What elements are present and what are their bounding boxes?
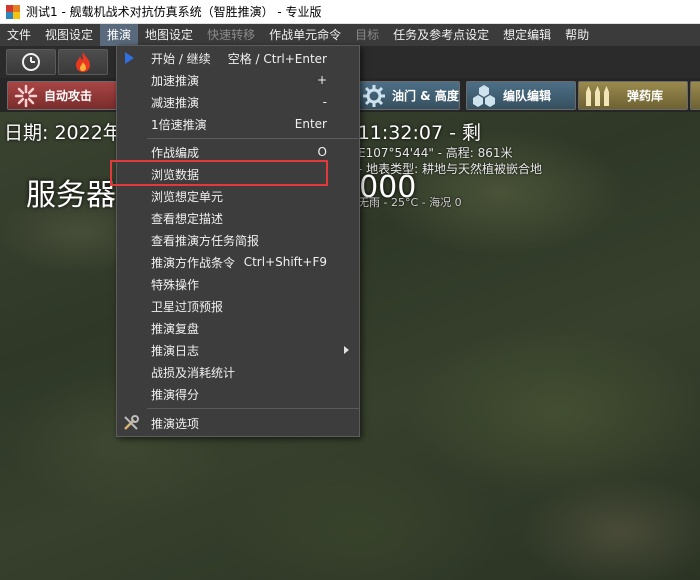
menu-item-shortcut: O bbox=[317, 145, 327, 159]
menu-browse-scenario-units[interactable]: 浏览想定单元 bbox=[117, 185, 359, 207]
app-logo-icon bbox=[6, 4, 20, 19]
auto-attack-button[interactable]: 自动攻击 bbox=[7, 81, 117, 110]
play-icon bbox=[125, 52, 134, 64]
fire-button[interactable] bbox=[58, 49, 108, 75]
throttle-altitude-button[interactable]: 油门 & 高度 bbox=[357, 81, 460, 110]
menu-item-label: 推演日志 bbox=[151, 343, 200, 358]
menu-target[interactable]: 目标 bbox=[348, 24, 386, 46]
menu-item-label: 加速推演 bbox=[151, 73, 200, 88]
simulation-dropdown-menu: 开始 / 继续 空格 / Ctrl+Enter 加速推演 + 减速推演 - 1倍… bbox=[116, 45, 360, 437]
clock-icon bbox=[22, 53, 40, 71]
menu-item-label: 开始 / 继续 bbox=[151, 51, 211, 66]
weather-info: 无雨 - 25°C - 海况 0 bbox=[358, 196, 462, 209]
coordinate-elevation-info: E107°54'44" - 高程: 861米 bbox=[358, 146, 513, 160]
menu-item-label: 1倍速推演 bbox=[151, 117, 207, 132]
menu-item-label: 查看推演方任务简报 bbox=[151, 233, 260, 248]
fire-icon bbox=[76, 52, 90, 72]
menu-view-side-briefing[interactable]: 查看推演方任务简报 bbox=[117, 229, 359, 251]
menu-slow-down[interactable]: 减速推演 - bbox=[117, 91, 359, 113]
menu-missions-reference-points[interactable]: 任务及参考点设定 bbox=[386, 24, 496, 46]
burst-icon bbox=[14, 84, 38, 107]
window-title: 测试1 - 舰载机战术对抗仿真系统（智胜推演） - 专业版 bbox=[26, 5, 322, 19]
server-label: 服务器 bbox=[26, 178, 116, 213]
title-bar: 测试1 - 舰载机战术对抗仿真系统（智胜推演） - 专业版 bbox=[0, 0, 700, 24]
menu-unit-commands[interactable]: 作战单元命令 bbox=[262, 24, 348, 46]
magazine-label: 弹药库 bbox=[627, 89, 664, 103]
menu-item-shortcut: - bbox=[322, 95, 327, 109]
menu-map-settings[interactable]: 地图设定 bbox=[138, 24, 200, 46]
menu-simulation-score[interactable]: 推演得分 bbox=[117, 383, 359, 405]
menu-item-label: 浏览想定单元 bbox=[151, 189, 224, 204]
clock-button[interactable] bbox=[6, 49, 56, 75]
menu-help[interactable]: 帮助 bbox=[558, 24, 596, 46]
menu-simulation-log[interactable]: 推演日志 bbox=[117, 339, 359, 361]
menu-item-label: 卫星过顶预报 bbox=[151, 299, 224, 314]
terrain-type-info: - 地表类型: 耕地与天然植被嵌合地 bbox=[358, 162, 543, 176]
hexagons-icon bbox=[473, 84, 495, 107]
formation-edit-button[interactable]: 编队编辑 bbox=[466, 81, 576, 110]
overflow-button[interactable] bbox=[690, 81, 700, 110]
menu-view-settings[interactable]: 视图设定 bbox=[38, 24, 100, 46]
menu-bar: 文件 视图设定 推演 地图设定 快速转移 作战单元命令 目标 任务及参考点设定 … bbox=[0, 24, 700, 46]
menu-item-label: 战损及消耗统计 bbox=[151, 365, 236, 380]
menu-normal-speed[interactable]: 1倍速推演 Enter bbox=[117, 113, 359, 135]
menu-start-continue[interactable]: 开始 / 继续 空格 / Ctrl+Enter bbox=[117, 47, 359, 69]
menu-item-label: 推演方作战条令 bbox=[151, 255, 236, 270]
ammunition-icon bbox=[586, 85, 609, 106]
menu-item-label: 查看想定描述 bbox=[151, 211, 224, 226]
menu-file[interactable]: 文件 bbox=[0, 24, 38, 46]
auto-attack-label: 自动攻击 bbox=[44, 89, 93, 103]
menu-special-actions[interactable]: 特殊操作 bbox=[117, 273, 359, 295]
magazine-button[interactable]: 弹药库 bbox=[578, 81, 688, 110]
menu-item-label: 推演复盘 bbox=[151, 321, 200, 336]
submenu-arrow-icon bbox=[344, 346, 349, 354]
menu-quick-transfer[interactable]: 快速转移 bbox=[200, 24, 262, 46]
menu-item-shortcut: Ctrl+Shift+F9 bbox=[243, 255, 327, 269]
menu-item-label: 推演选项 bbox=[151, 416, 200, 431]
menu-item-label: 推演得分 bbox=[151, 387, 200, 402]
menu-view-scenario-description[interactable]: 查看想定描述 bbox=[117, 207, 359, 229]
menu-item-shortcut: + bbox=[316, 73, 327, 87]
menu-simulation[interactable]: 推演 bbox=[100, 24, 139, 46]
menu-satellite-pass-forecast[interactable]: 卫星过顶预报 bbox=[117, 295, 359, 317]
menu-item-label: 特殊操作 bbox=[151, 277, 200, 292]
gear-icon bbox=[363, 84, 385, 107]
tools-icon bbox=[124, 415, 139, 430]
formation-edit-label: 编队编辑 bbox=[503, 89, 552, 103]
menu-side-doctrine[interactable]: 推演方作战条令 Ctrl+Shift+F9 bbox=[117, 251, 359, 273]
menu-item-label: 减速推演 bbox=[151, 95, 200, 110]
menu-simulation-options[interactable]: 推演选项 bbox=[117, 412, 359, 434]
menu-losses-expenditures[interactable]: 战损及消耗统计 bbox=[117, 361, 359, 383]
menu-item-shortcut: 空格 / Ctrl+Enter bbox=[227, 51, 327, 66]
menu-separator bbox=[147, 408, 359, 409]
menu-item-label: 作战编成 bbox=[151, 145, 200, 160]
throttle-altitude-label: 油门 & 高度 bbox=[392, 89, 459, 103]
menu-item-shortcut: Enter bbox=[294, 117, 327, 131]
menu-separator bbox=[147, 138, 359, 139]
highlight-box bbox=[110, 160, 328, 186]
menu-scenario-editor[interactable]: 想定编辑 bbox=[496, 24, 558, 46]
menu-simulation-replay[interactable]: 推演复盘 bbox=[117, 317, 359, 339]
menu-speed-up[interactable]: 加速推演 + bbox=[117, 69, 359, 91]
